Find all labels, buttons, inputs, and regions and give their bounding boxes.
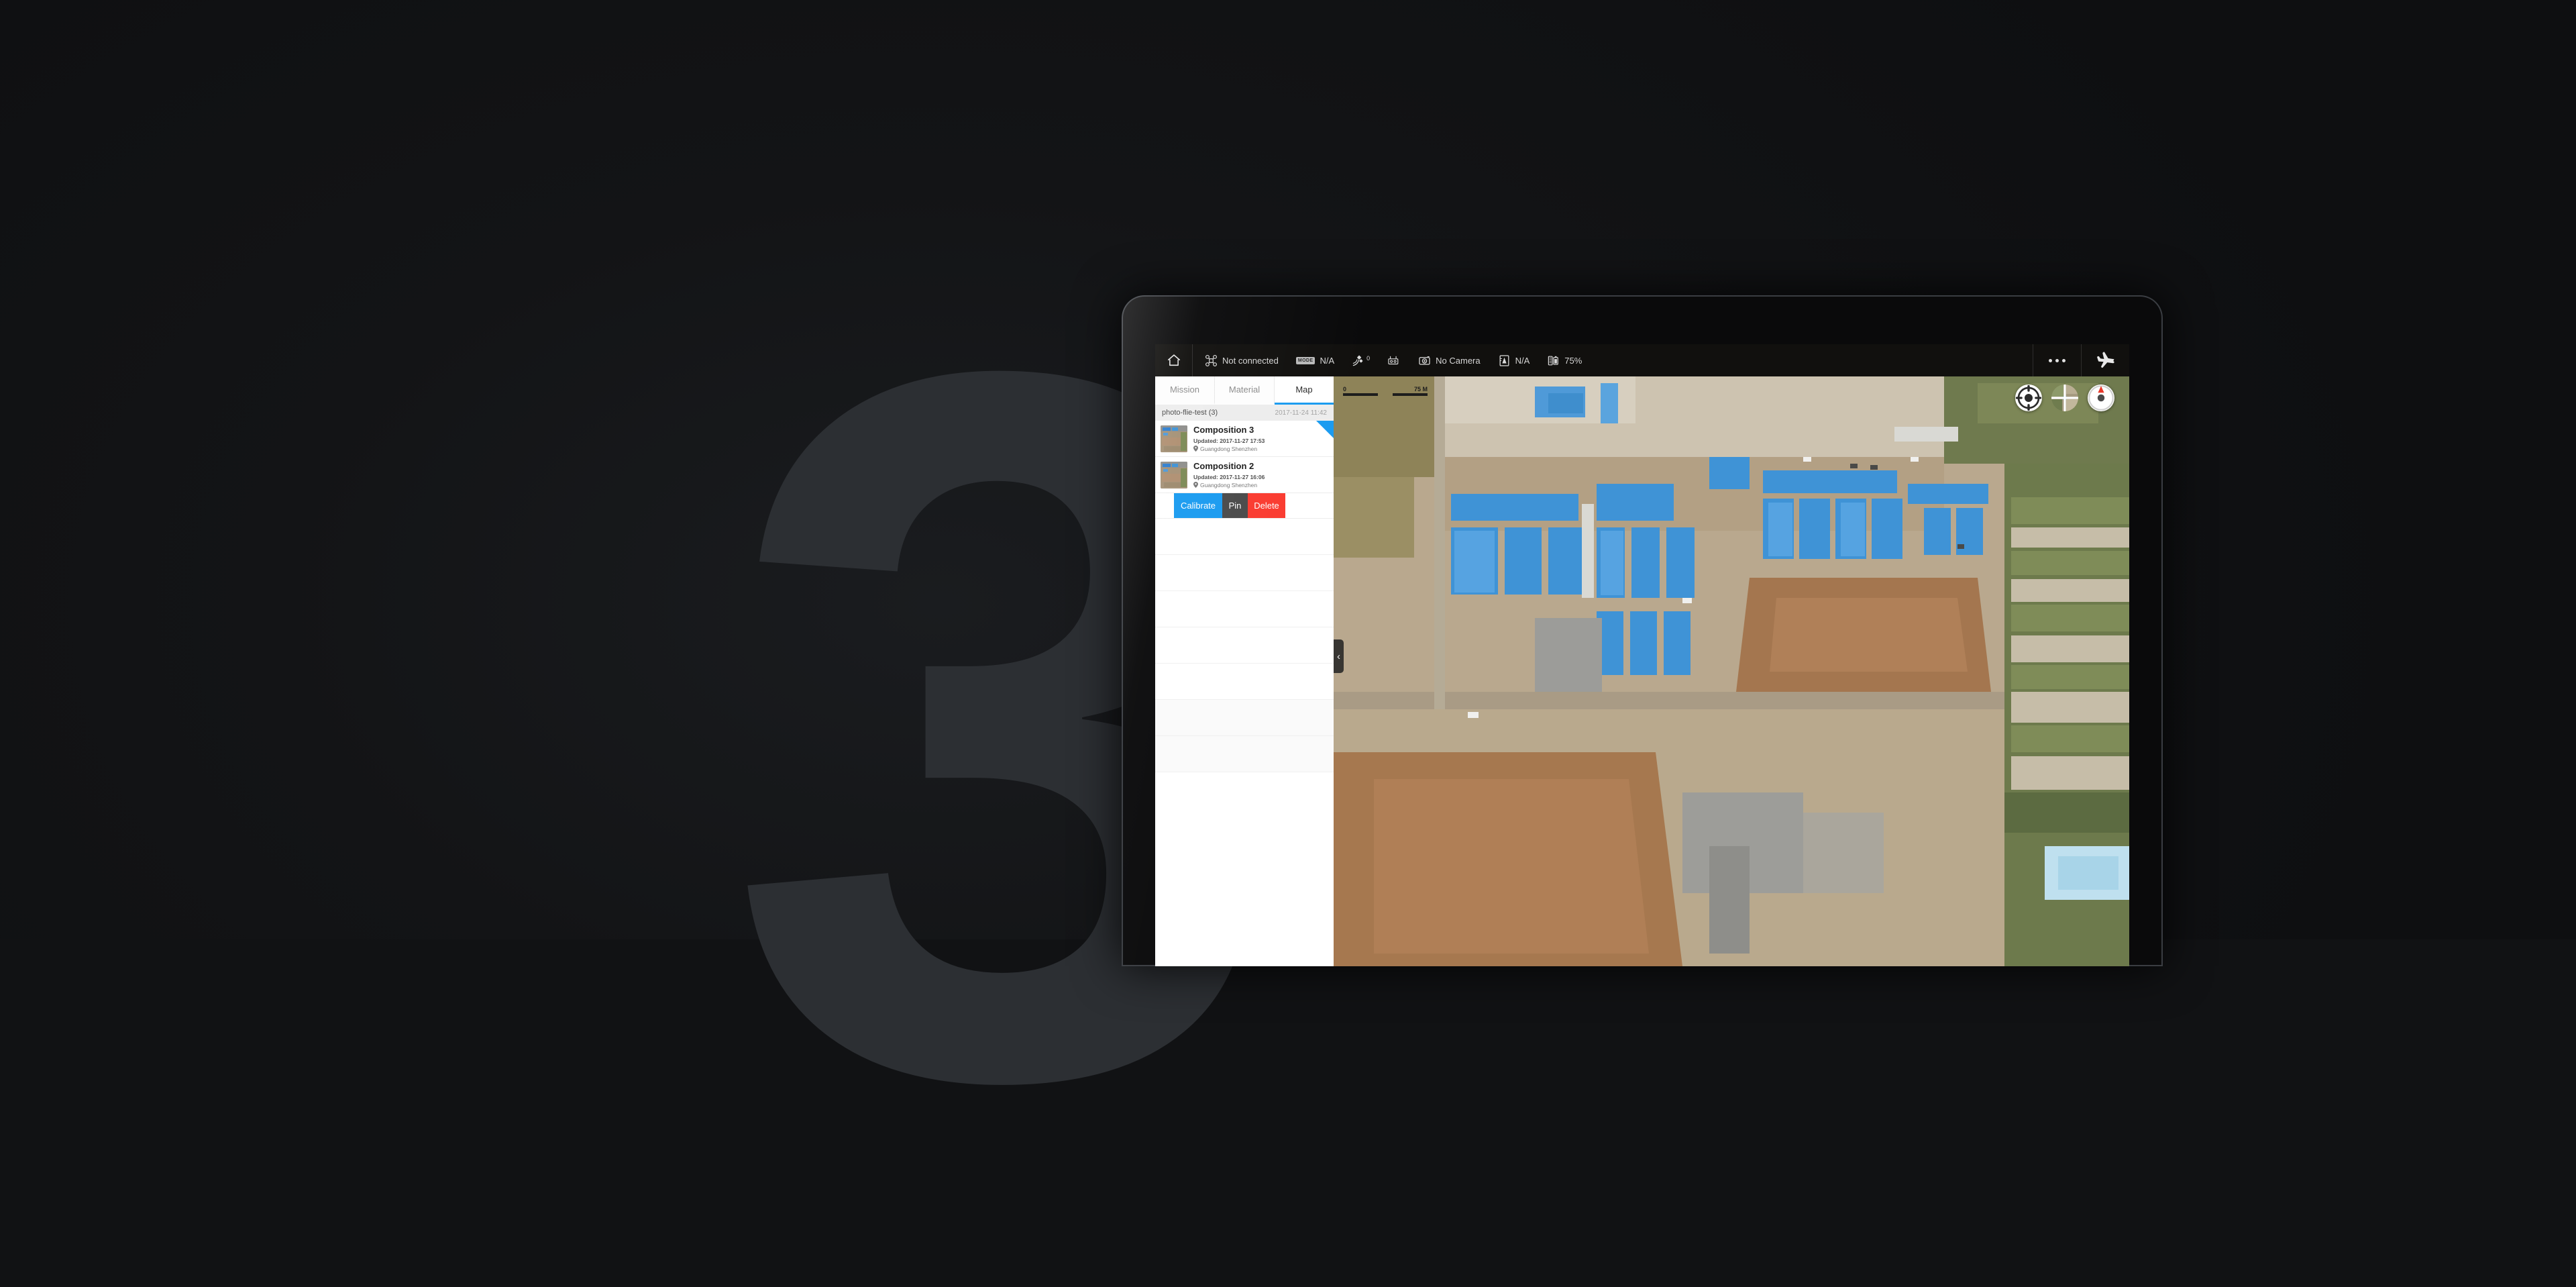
list-item[interactable]: Composition 3 Updated: 2017-11-27 17:53 … [1155,421,1334,457]
thumbnail-image [1161,425,1187,452]
remote-controller-icon [1388,356,1399,364]
map-view[interactable]: 0 75 M [1334,376,2129,966]
list-item-placeholder[interactable] [1155,664,1334,700]
more-dots-icon [2049,358,2065,362]
tablet-screen: 0 75 M Mission Material Map photo-flie-t… [1155,344,2129,966]
list-item-updated: Updated: 2017-11-27 17:53 [1193,437,1265,444]
list-item-placeholder[interactable] [1155,555,1334,591]
thumbnail-image [1161,461,1187,488]
composition-list[interactable]: Composition 3 Updated: 2017-11-27 17:53 … [1155,421,1334,966]
list-item-placeholder[interactable] [1155,627,1334,664]
location-pin-icon [1193,446,1198,452]
swipe-actions: Calibrate Pin Delete [1155,493,1334,519]
list-item-placeholder[interactable] [1155,700,1334,736]
list-item-location: Guangdong Shenzhen [1193,446,1265,452]
camera-status-label: No Camera [1436,355,1481,366]
compass-icon [2088,385,2114,411]
panel-tabs: Mission Material Map [1155,376,1334,405]
tablet-device: 0 75 M Mission Material Map photo-flie-t… [1122,295,2163,966]
satellite-count: 0 [1366,354,1371,362]
location-pin-icon [1193,482,1198,488]
delete-button[interactable]: Delete [1248,493,1285,518]
status-satellite[interactable]: 0 [1352,354,1370,367]
mode-status-label: N/A [1320,355,1335,366]
camera-icon [1419,356,1430,365]
status-remote-controller[interactable] [1387,354,1401,367]
list-header-title: photo-flie-test (3) [1162,409,1218,417]
selected-corner-badge [1316,421,1334,438]
left-panel: Mission Material Map photo-flie-test (3)… [1155,376,1334,966]
list-item-title: Composition 2 [1193,461,1254,472]
aerial-orthomosaic [1334,376,2129,966]
list-item-location: Guangdong Shenzhen [1193,482,1265,488]
list-item-text: Composition 3 Updated: 2017-11-27 17:53 … [1193,425,1265,452]
list-item-placeholder[interactable] [1155,591,1334,627]
location-label: Guangdong Shenzhen [1200,445,1258,452]
list-item-updated: Updated: 2017-11-27 16:06 [1193,473,1265,480]
panel-collapse-handle[interactable]: ‹ [1334,639,1344,673]
map-layers-icon [2051,384,2078,411]
status-altitude[interactable]: N/A [1498,354,1530,367]
scale-min-label: 0 [1343,386,1347,393]
list-item[interactable]: Composition 2 Updated: 2017-11-27 16:06 … [1155,457,1334,493]
layers-button[interactable] [2051,384,2078,411]
satellite-icon [1352,355,1363,366]
battery-icon [1548,356,1559,365]
map-scale-bar: 0 75 M [1343,386,1428,396]
status-toolbar: Not connected MODE N/A 0 No Camera N/A 7… [1155,344,2129,376]
airplane-icon [2096,352,2114,368]
more-options-button[interactable] [2033,344,2081,376]
home-button[interactable] [1155,344,1193,376]
altitude-status-label: N/A [1515,355,1530,366]
list-item-placeholder[interactable] [1155,519,1334,555]
home-icon [1167,354,1180,366]
list-item-placeholder[interactable] [1155,736,1334,772]
battery-status-label: 75% [1564,355,1582,366]
scale-max-label: 75 M [1413,386,1428,393]
pin-button[interactable]: Pin [1222,493,1248,518]
fly-mode-button[interactable] [2081,344,2129,376]
crosshair-icon [2015,384,2042,411]
calibrate-button[interactable]: Calibrate [1174,493,1222,518]
compass-button[interactable] [2088,384,2114,411]
tab-material[interactable]: Material [1215,376,1275,405]
tab-mission[interactable]: Mission [1155,376,1215,405]
status-battery[interactable]: 75% [1547,354,1582,367]
toolbar-right-group [2033,344,2129,376]
mode-badge-icon: MODE [1295,356,1316,364]
drone-icon [1205,354,1218,366]
list-item-text: Composition 2 Updated: 2017-11-27 16:06 … [1193,461,1265,488]
altitude-icon [1499,354,1509,366]
tab-map[interactable]: Map [1275,376,1334,405]
list-item-title: Composition 3 [1193,425,1254,435]
status-mode[interactable]: MODE N/A [1295,355,1335,366]
drone-status-label: Not connected [1222,355,1279,366]
status-camera[interactable]: No Camera [1418,354,1481,367]
list-header-date: 2017-11-24 11:42 [1275,409,1327,417]
locate-button[interactable] [2015,384,2042,411]
list-header: photo-flie-test (3) 2017-11-24 11:42 [1155,405,1334,421]
status-items: Not connected MODE N/A 0 No Camera N/A 7… [1193,354,2033,367]
status-drone[interactable]: Not connected [1205,354,1279,367]
location-label: Guangdong Shenzhen [1200,481,1258,488]
